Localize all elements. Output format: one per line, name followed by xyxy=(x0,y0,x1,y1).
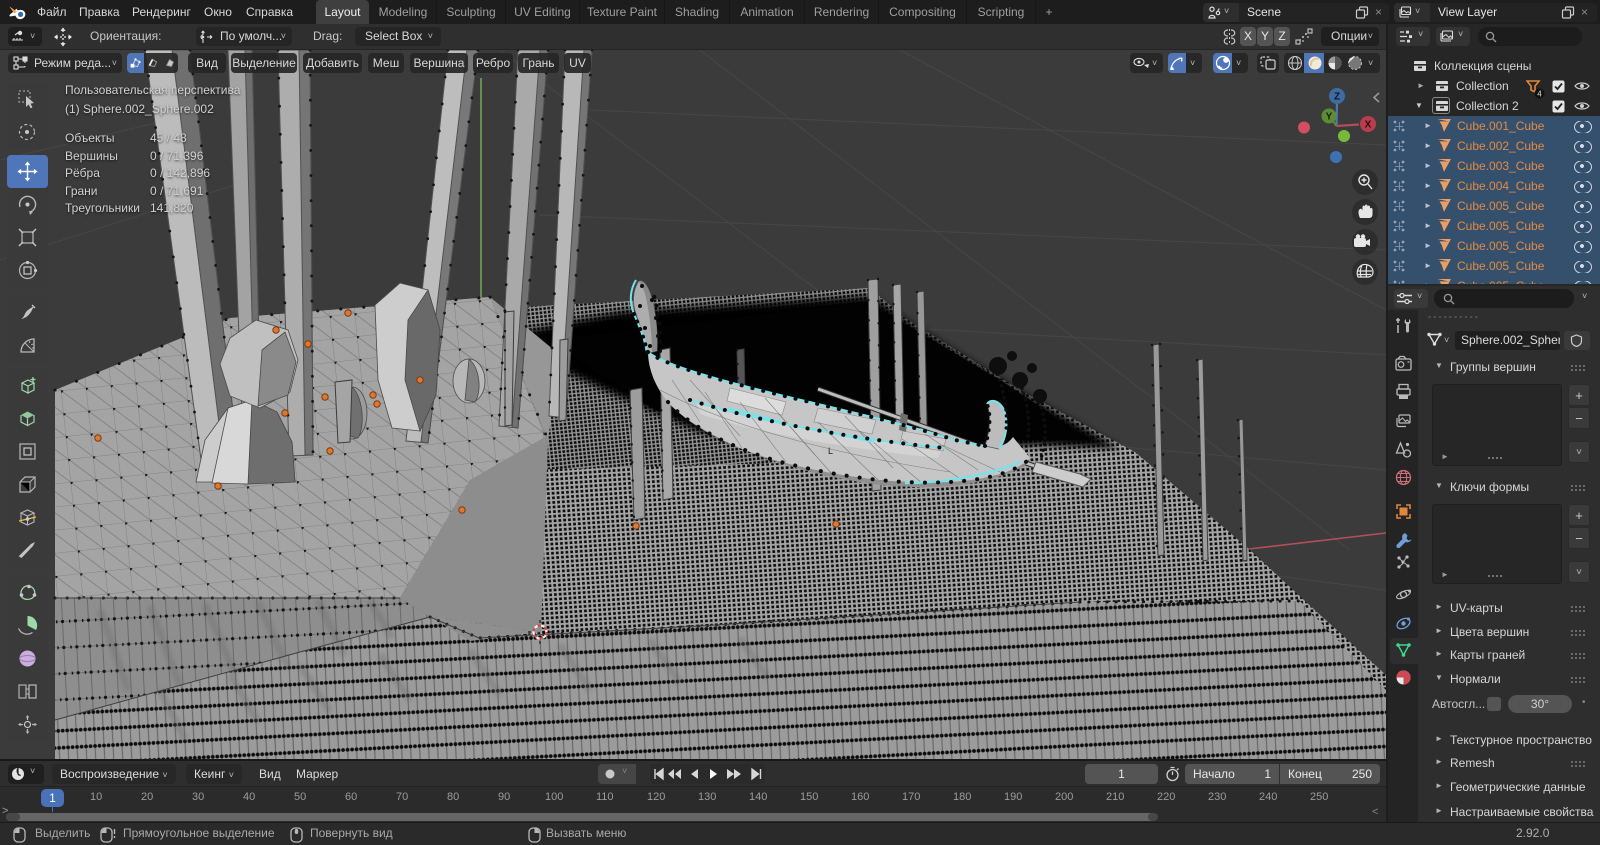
svg-text:L: L xyxy=(828,446,833,456)
svg-text:X: X xyxy=(1365,120,1372,131)
svg-text:Z: Z xyxy=(1334,92,1340,103)
svg-text:Y: Y xyxy=(1326,112,1333,123)
